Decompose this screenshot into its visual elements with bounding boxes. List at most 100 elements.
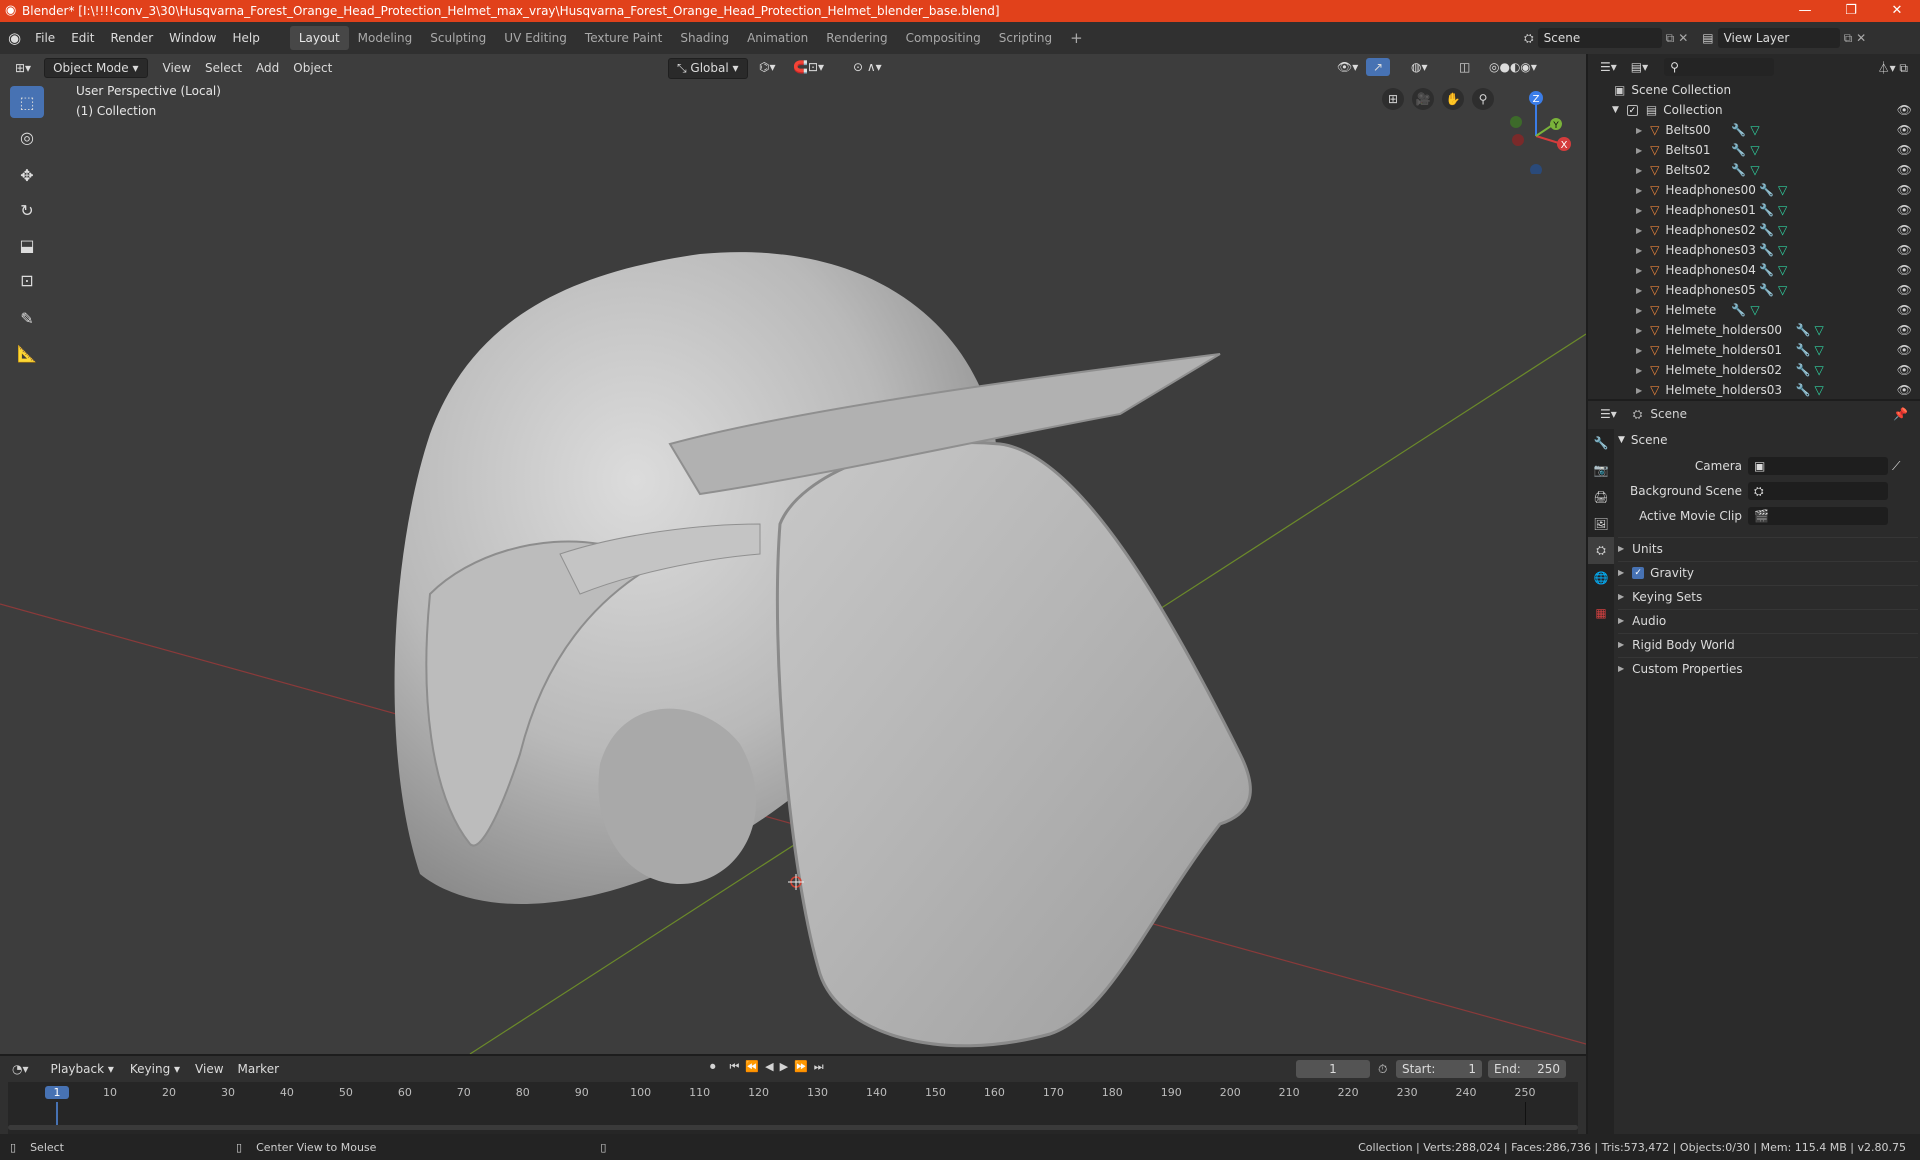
pivot-icon[interactable]: ⌬▾ [752, 58, 783, 76]
stopwatch-icon[interactable]: ⏱ [1378, 1062, 1387, 1077]
measure-tool-icon[interactable]: 📐 [10, 337, 44, 369]
mesh-data-icon[interactable]: ▽ [1778, 223, 1787, 237]
modifier-wrench-icon[interactable]: 🔧 [1759, 263, 1774, 277]
mesh-data-icon[interactable]: ▽ [1778, 283, 1787, 297]
tab-uv-editing[interactable]: UV Editing [495, 26, 576, 50]
mesh-data-icon[interactable]: ▽ [1750, 303, 1759, 317]
modifier-wrench-icon[interactable]: 🔧 [1795, 343, 1810, 357]
mesh-data-icon[interactable]: ▽ [1814, 323, 1823, 337]
new-scene-icon[interactable]: ⧉ [1666, 31, 1675, 46]
collapse-arrow-icon[interactable]: ▼ [1612, 105, 1619, 115]
pan-hand-icon[interactable]: ✋ [1442, 88, 1464, 110]
timeline-editor-icon[interactable]: ◔▾ [12, 1062, 29, 1076]
snap-icon[interactable]: 🧲⊡▾ [786, 58, 831, 76]
movie-clip-field[interactable]: 🎬 [1748, 507, 1888, 525]
visibility-eye-icon[interactable]: 👁 [1897, 243, 1912, 257]
keying-menu[interactable]: Keying ▾ [122, 1060, 188, 1078]
outliner-object-row[interactable]: ▶ ▽ Helmete_holders02 🔧 ▽ 👁 [1588, 360, 1920, 380]
properties-editor-icon[interactable]: ☰▾ [1600, 407, 1617, 421]
modifier-wrench-icon[interactable]: 🔧 [1759, 243, 1774, 257]
menu-edit[interactable]: Edit [63, 22, 102, 54]
expand-arrow-icon[interactable]: ▶ [1636, 266, 1642, 275]
playback-menu[interactable]: Playback ▾ [43, 1060, 122, 1078]
mesh-data-icon[interactable]: ▽ [1778, 263, 1787, 277]
view-layer-tab-icon[interactable]: 🖼 [1588, 510, 1614, 537]
modifier-wrench-icon[interactable]: 🔧 [1795, 383, 1810, 397]
outliner-object-row[interactable]: ▶ ▽ Headphones01 🔧 ▽ 👁 [1588, 200, 1920, 220]
outliner-object-row[interactable]: ▶ ▽ Belts01 🔧 ▽ 👁 [1588, 140, 1920, 160]
outliner-object-row[interactable]: ▶ ▽ Headphones04 🔧 ▽ 👁 [1588, 260, 1920, 280]
proportional-edit-icon[interactable]: ⊙ ∧▾ [846, 58, 889, 76]
cursor-tool-icon[interactable]: ◎ [10, 121, 44, 153]
visibility-eye-icon[interactable]: 👁 [1897, 143, 1912, 157]
play-button[interactable]: ▶ [780, 1060, 788, 1074]
expand-arrow-icon[interactable]: ▶ [1636, 306, 1642, 315]
menu-help[interactable]: Help [225, 22, 268, 54]
outliner-search[interactable]: ⚲ [1664, 58, 1775, 76]
expand-arrow-icon[interactable]: ▶ [1636, 146, 1642, 155]
tab-animation[interactable]: Animation [738, 26, 817, 50]
view-layer-selector[interactable]: View Layer [1717, 28, 1840, 48]
visibility-eye-icon[interactable]: 👁 [1897, 203, 1912, 217]
mesh-data-icon[interactable]: ▽ [1750, 123, 1759, 137]
editor-type-icon[interactable]: ⊞▾ [8, 59, 38, 77]
expand-arrow-icon[interactable]: ▶ [1636, 326, 1642, 335]
scene-panel-header[interactable]: ▼ Scene [1618, 429, 1918, 451]
expand-arrow-icon[interactable]: ▶ [1636, 346, 1642, 355]
modifier-wrench-icon[interactable]: 🔧 [1731, 143, 1746, 157]
world-tab-icon[interactable]: 🌐 [1588, 564, 1614, 591]
mesh-data-icon[interactable]: ▽ [1750, 163, 1759, 177]
delete-view-layer-icon[interactable]: ✕ [1856, 31, 1866, 45]
expand-arrow-icon[interactable]: ▶ [1636, 166, 1642, 175]
select-box-tool-icon[interactable]: ⬚ [10, 86, 44, 118]
visibility-icon[interactable]: 👁▾ [1330, 58, 1365, 76]
tab-scripting[interactable]: Scripting [990, 26, 1061, 50]
visibility-eye-icon[interactable]: 👁 [1897, 183, 1912, 197]
render-tab-icon[interactable]: 📷 [1588, 456, 1614, 483]
modifier-wrench-icon[interactable]: 🔧 [1759, 223, 1774, 237]
xray-icon[interactable]: ◫ [1452, 58, 1477, 76]
current-frame-field[interactable]: 1 [1296, 1060, 1370, 1078]
add-workspace-button[interactable]: + [1061, 26, 1092, 50]
tab-texture-paint[interactable]: Texture Paint [576, 26, 671, 50]
property-section-header[interactable]: ▶ Audio [1618, 609, 1918, 631]
outliner-object-row[interactable]: ▶ ▽ Belts00 🔧 ▽ 👁 [1588, 120, 1920, 140]
expand-arrow-icon[interactable]: ▶ [1636, 126, 1642, 135]
marker-menu[interactable]: Marker [231, 1060, 286, 1078]
eyedropper-icon[interactable]: ⟋ [1892, 459, 1900, 474]
playhead[interactable] [56, 1102, 58, 1126]
expand-arrow-icon[interactable]: ▶ [1636, 246, 1642, 255]
collection-row[interactable]: ▼ ✓ ▤ Collection 👁 [1588, 100, 1920, 120]
timeline-track[interactable]: 1 10 20 30 40 50 60 70 80 90 100 110 120 130 140 150 160… [8, 1082, 1578, 1134]
mesh-data-icon[interactable]: ▽ [1778, 243, 1787, 257]
scene-selector[interactable]: Scene [1537, 28, 1662, 48]
pin-icon[interactable]: 📌 [1893, 407, 1908, 421]
start-frame-field[interactable]: Start: 1 [1396, 1060, 1482, 1078]
tool-tab-icon[interactable]: 🔧 [1588, 429, 1614, 456]
gizmo-toggle-icon[interactable]: ↗ [1366, 58, 1391, 76]
modifier-wrench-icon[interactable]: 🔧 [1731, 303, 1746, 317]
overlay-toggle-icon[interactable]: ◍▾ [1404, 58, 1435, 76]
outliner-object-row[interactable]: ▶ ▽ Headphones05 🔧 ▽ 👁 [1588, 280, 1920, 300]
expand-arrow-icon[interactable]: ▶ [1636, 226, 1642, 235]
visibility-eye-icon[interactable]: 👁 [1897, 283, 1912, 297]
menu-file[interactable]: File [27, 22, 63, 54]
modifier-wrench-icon[interactable]: 🔧 [1759, 203, 1774, 217]
mesh-data-icon[interactable]: ▽ [1814, 343, 1823, 357]
mesh-data-icon[interactable]: ▽ [1778, 183, 1787, 197]
prev-key-button[interactable]: ⏪ [745, 1060, 759, 1074]
delete-scene-icon[interactable]: ✕ [1678, 31, 1688, 45]
modifier-wrench-icon[interactable]: 🔧 [1731, 163, 1746, 177]
visibility-eye-icon[interactable]: 👁 [1897, 103, 1912, 117]
visibility-eye-icon[interactable]: 👁 [1897, 123, 1912, 137]
background-scene-field[interactable]: ⛭ [1748, 482, 1888, 500]
display-mode-icon[interactable]: ▤▾ [1631, 60, 1648, 74]
outliner-object-row[interactable]: ▶ ▽ Belts02 🔧 ▽ 👁 [1588, 160, 1920, 180]
menu-render[interactable]: Render [102, 22, 161, 54]
end-frame-field[interactable]: End: 250 [1488, 1060, 1566, 1078]
timeline-view-menu[interactable]: View [188, 1060, 230, 1078]
mode-selector[interactable]: Object Mode ▾ [44, 58, 148, 78]
transform-tool-icon[interactable]: ⊡ [10, 264, 44, 296]
outliner-object-row[interactable]: ▶ ▽ Helmete_holders00 🔧 ▽ 👁 [1588, 320, 1920, 340]
jump-start-button[interactable]: ⏮ [730, 1060, 740, 1074]
